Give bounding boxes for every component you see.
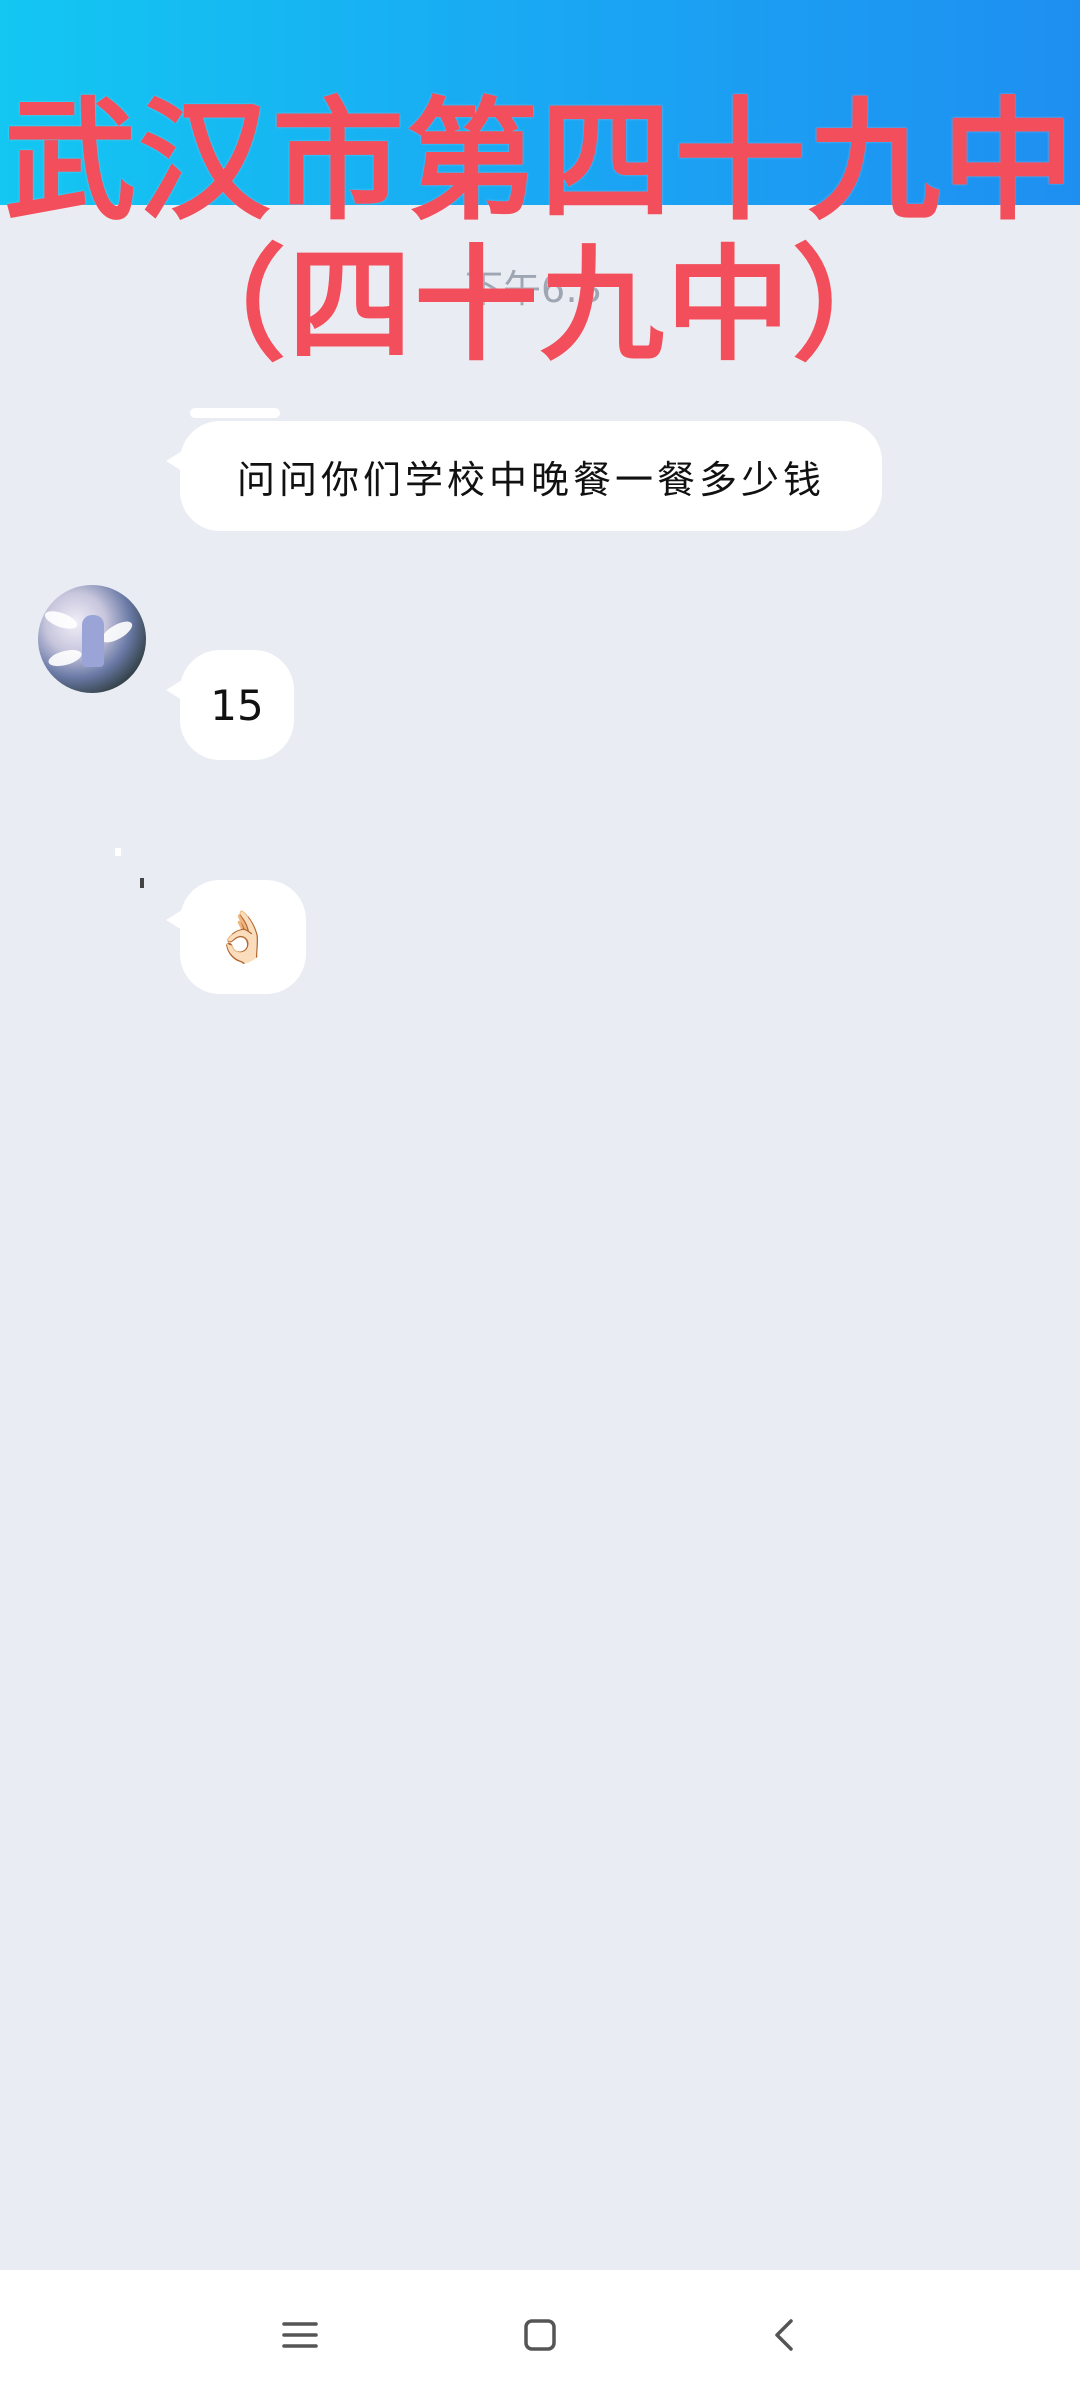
blurred-mark [140,878,144,888]
message-bubble[interactable]: 15 [166,650,294,760]
back-button[interactable] [755,2305,815,2365]
overlay-title: 武汉市第四十九中 [4,85,1076,239]
overlay-subtitle: （四十九中） [161,234,918,378]
home-icon [524,2319,556,2351]
back-icon [775,2319,793,2351]
menu-button[interactable] [270,2305,330,2365]
message-bubble[interactable]: 问问你们学校中晚餐一餐多少钱 [166,421,882,531]
message-text: 问问你们学校中晚餐一餐多少钱 [236,457,825,502]
avatar[interactable] [38,585,146,693]
navigation-bar [0,2270,1080,2400]
blurred-sender-name [190,408,280,418]
blurred-mark [115,848,121,856]
menu-icon [282,2322,318,2348]
home-button[interactable] [510,2305,570,2365]
message-text: 15 [210,680,264,730]
message-bubble[interactable]: 👌🏻 [166,880,306,994]
ok-hand-emoji: 👌🏻 [211,907,275,966]
